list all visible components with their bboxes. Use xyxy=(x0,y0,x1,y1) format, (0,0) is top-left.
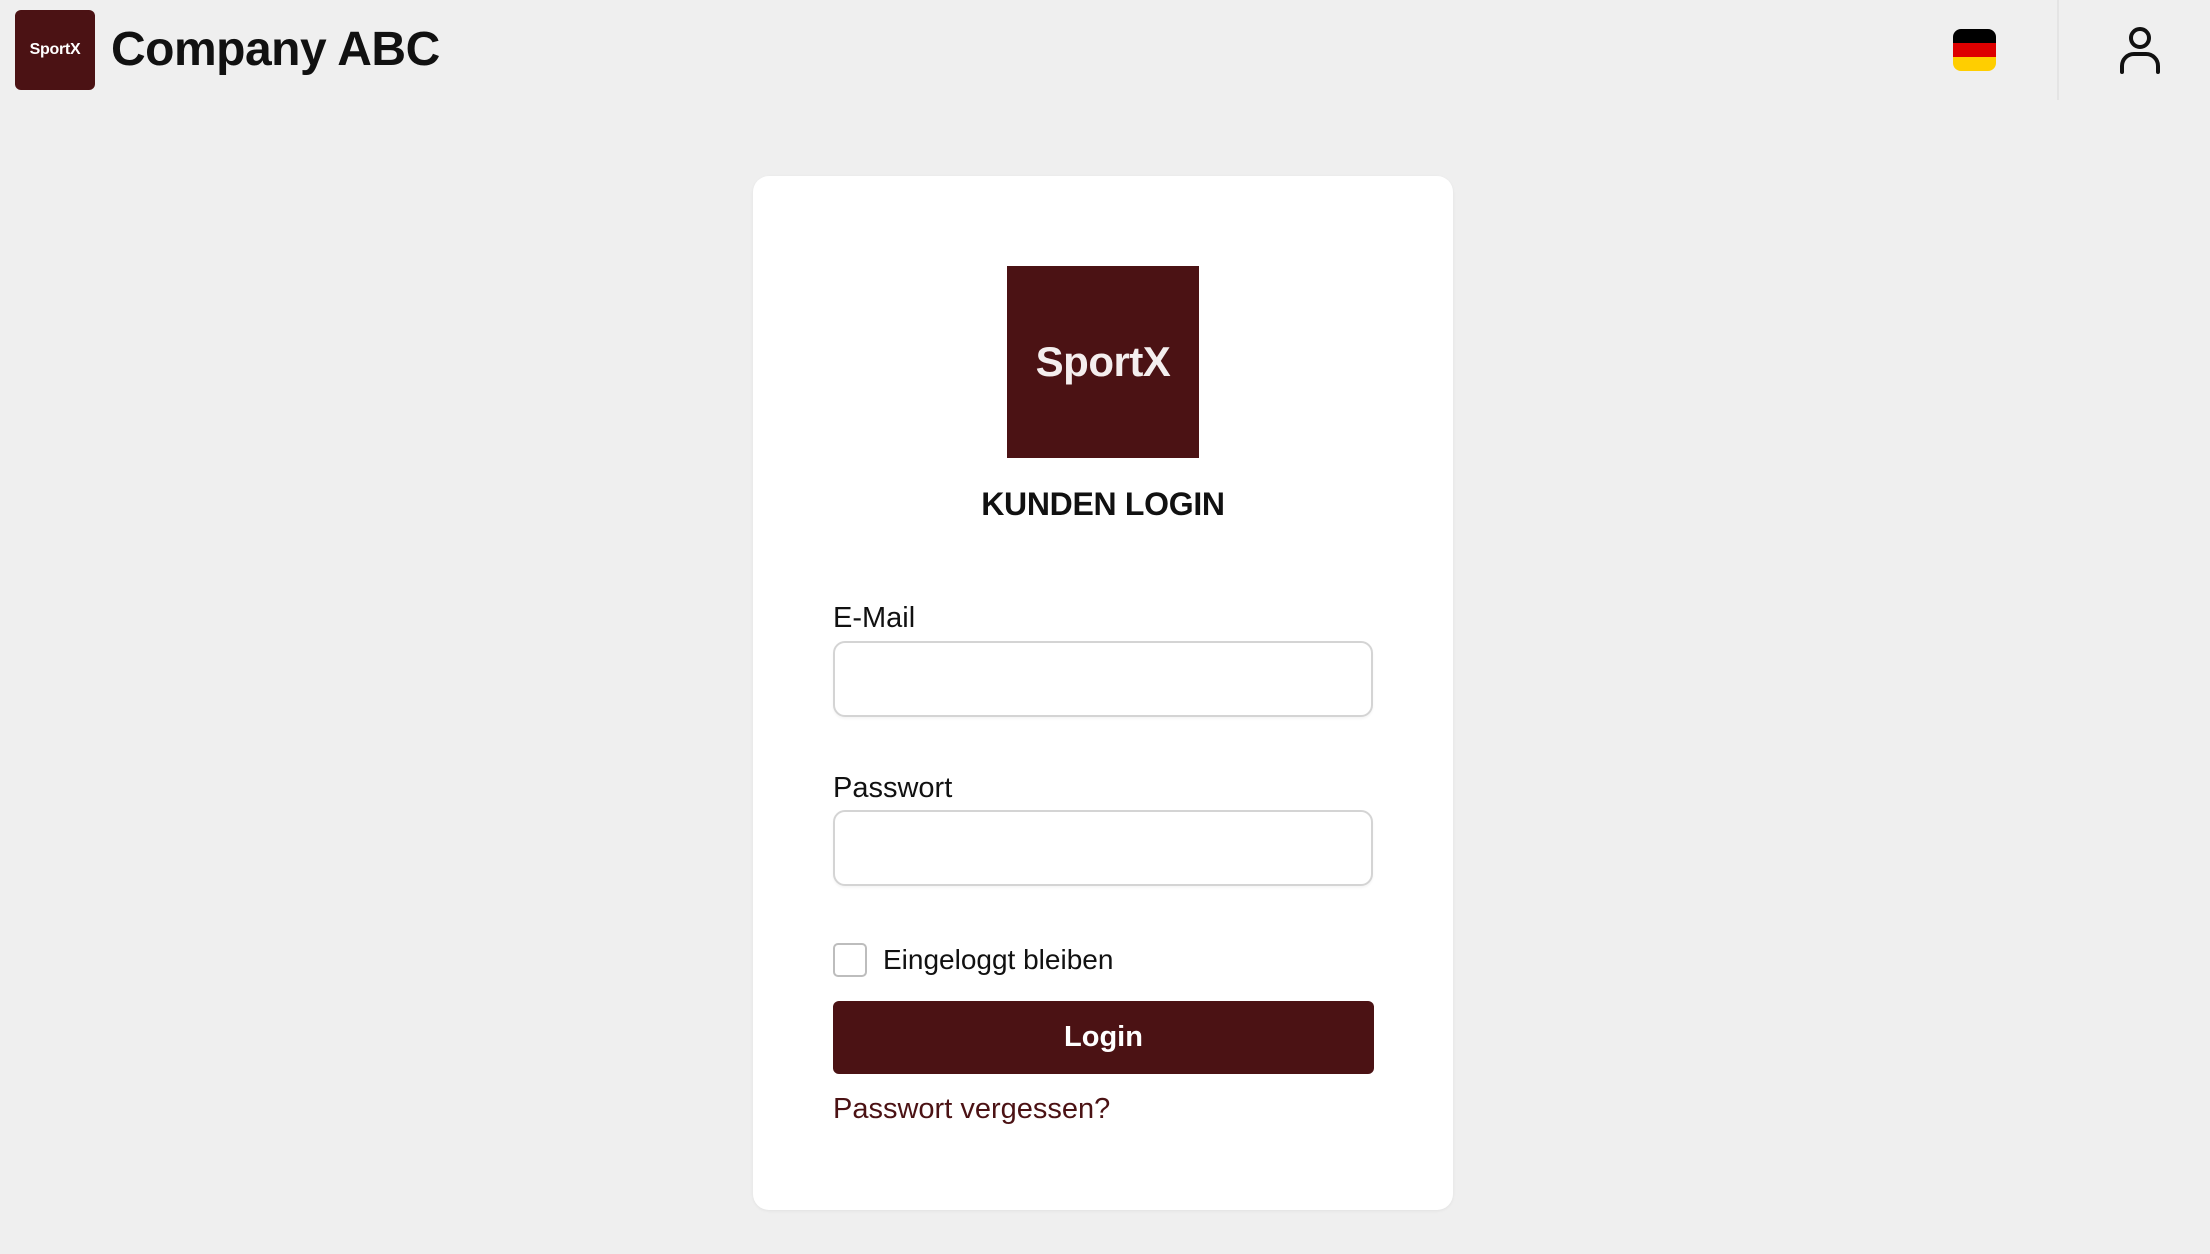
forgot-password-link[interactable]: Passwort vergessen? xyxy=(833,1093,1110,1126)
login-card: SportX KUNDEN LOGIN E-Mail Passwort Eing… xyxy=(753,176,1453,1210)
flag-stripe-black xyxy=(1953,29,1996,43)
flag-stripe-red xyxy=(1953,43,1996,57)
remember-me-checkbox[interactable] xyxy=(833,943,867,977)
header-logo[interactable]: SportX xyxy=(15,10,95,90)
email-label: E-Mail xyxy=(833,602,916,634)
remember-me-label[interactable]: Eingeloggt bleiben xyxy=(883,944,1113,976)
login-button[interactable]: Login xyxy=(833,1001,1374,1074)
brand-logo: SportX xyxy=(1007,266,1199,458)
de-flag-icon[interactable] xyxy=(1953,29,1996,71)
user-account-button[interactable] xyxy=(2118,26,2162,74)
remember-me-row[interactable]: Eingeloggt bleiben xyxy=(833,940,1113,980)
email-field[interactable] xyxy=(833,641,1373,717)
login-title: KUNDEN LOGIN xyxy=(981,486,1225,522)
password-field[interactable] xyxy=(833,810,1373,886)
user-icon xyxy=(2120,27,2160,74)
company-name: Company ABC xyxy=(111,23,440,76)
top-header: SportX Company ABC xyxy=(0,0,2210,100)
flag-stripe-gold xyxy=(1953,57,1996,71)
password-label: Passwort xyxy=(833,772,953,804)
header-divider xyxy=(2057,0,2059,100)
